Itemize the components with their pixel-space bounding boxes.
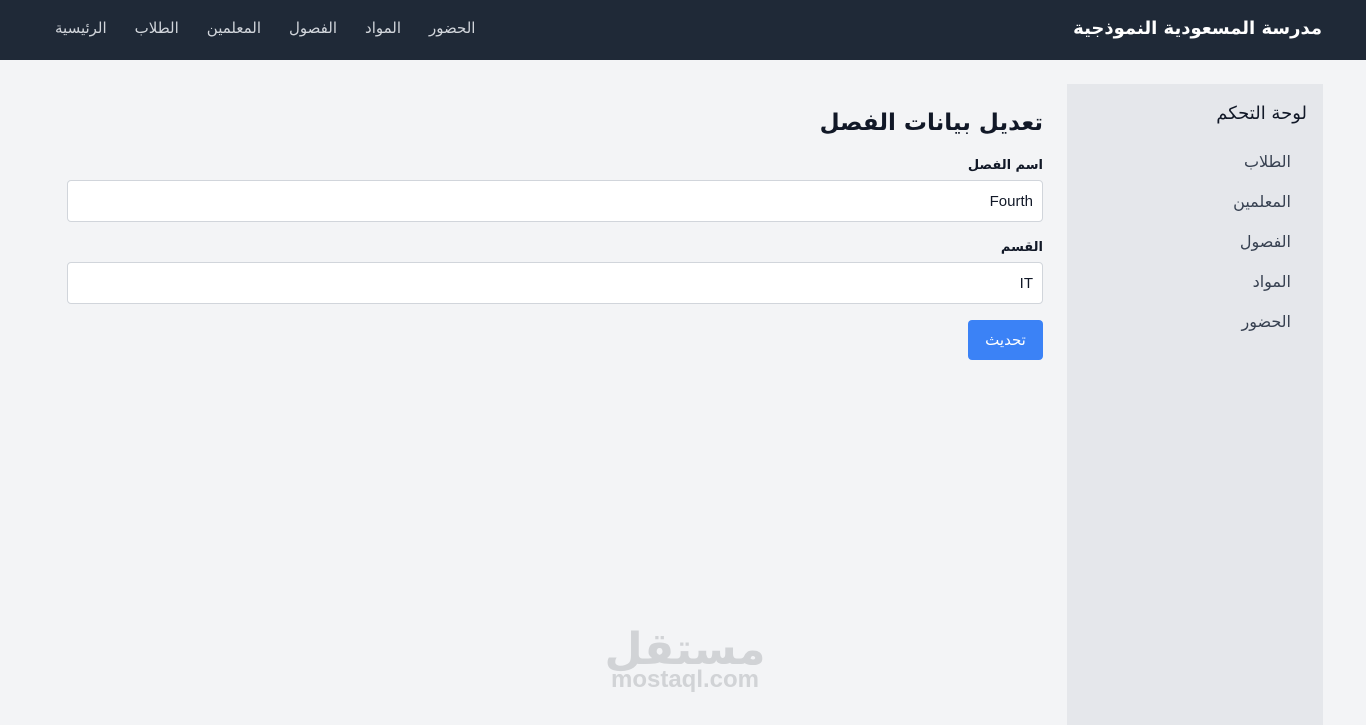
sidebar: لوحة التحكم الطلاب المعلمين الفصول الموا… bbox=[1067, 84, 1323, 725]
sidebar-item-classes[interactable]: الفصول bbox=[1233, 232, 1291, 272]
nav-link-classes[interactable]: الفصول bbox=[289, 19, 337, 37]
top-navbar: مدرسة المسعودية النموذجية الرئيسية الطلا… bbox=[0, 0, 1366, 60]
nav-link-subjects[interactable]: المواد bbox=[365, 19, 401, 37]
page-title: تعديل بيانات الفصل bbox=[819, 110, 1043, 136]
sidebar-item-attendance[interactable]: الحضور bbox=[1233, 312, 1291, 352]
nav-link-students[interactable]: الطلاب bbox=[135, 19, 179, 37]
nav-link-home[interactable]: الرئيسية bbox=[55, 19, 107, 37]
department-label: القسم bbox=[1000, 240, 1043, 255]
sidebar-item-students[interactable]: الطلاب bbox=[1233, 152, 1291, 192]
sidebar-title: لوحة التحكم bbox=[1216, 103, 1307, 124]
class-name-label: اسم الفصل bbox=[967, 158, 1043, 173]
update-button[interactable]: تحديث bbox=[968, 320, 1043, 360]
watermark-logo: مستقل mostaql.com bbox=[600, 628, 770, 692]
sidebar-item-subjects[interactable]: المواد bbox=[1233, 272, 1291, 312]
brand-title[interactable]: مدرسة المسعودية النموذجية bbox=[1073, 18, 1322, 39]
sidebar-item-teachers[interactable]: المعلمين bbox=[1233, 192, 1291, 232]
nav-links: الرئيسية الطلاب المعلمين الفصول المواد ا… bbox=[55, 19, 475, 37]
nav-link-teachers[interactable]: المعلمين bbox=[207, 19, 261, 37]
sidebar-menu: الطلاب المعلمين الفصول المواد الحضور bbox=[1233, 152, 1291, 352]
watermark-latin: mostaql.com bbox=[610, 666, 760, 693]
department-input[interactable] bbox=[67, 262, 1043, 304]
class-name-input[interactable] bbox=[67, 180, 1043, 222]
nav-link-attendance[interactable]: الحضور bbox=[429, 19, 475, 37]
